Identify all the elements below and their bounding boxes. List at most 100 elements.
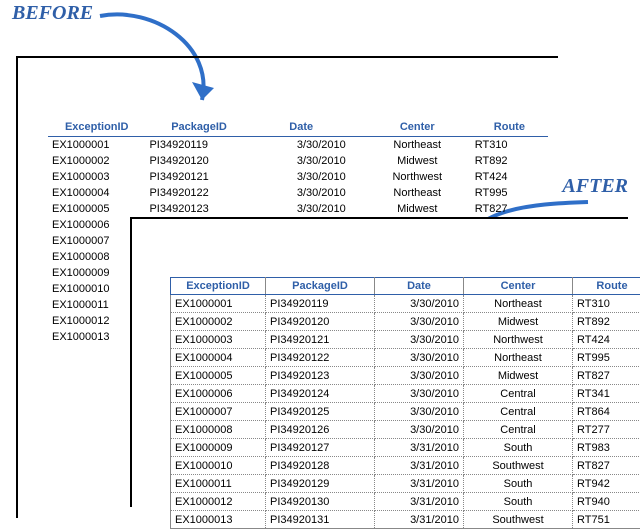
cell-ex: EX1000001 bbox=[48, 137, 145, 154]
cell-pkg: PI34920120 bbox=[145, 153, 252, 169]
cell-center: Northeast bbox=[464, 295, 573, 313]
cell-pkg: PI34920121 bbox=[266, 331, 375, 349]
cell-date: 3/31/2010 bbox=[375, 511, 464, 529]
cell-pkg: PI34920128 bbox=[266, 457, 375, 475]
cell-center: Midwest bbox=[364, 201, 471, 217]
cell-center: Midwest bbox=[464, 367, 573, 385]
cell-center: Central bbox=[464, 385, 573, 403]
cell-route: RT341 bbox=[573, 385, 640, 403]
cell-date: 3/30/2010 bbox=[253, 169, 364, 185]
cell-date: 3/31/2010 bbox=[375, 439, 464, 457]
cell-pkg: PI34920122 bbox=[145, 185, 252, 201]
after-table: ExceptionID PackageID Date Center Route … bbox=[170, 277, 640, 529]
cell-route: RT983 bbox=[573, 439, 640, 457]
cell-pkg: PI34920123 bbox=[145, 201, 252, 217]
col-center: Center bbox=[364, 118, 471, 137]
cell-date: 3/30/2010 bbox=[375, 331, 464, 349]
after-body: EX1000001PI349201193/30/2010NortheastRT3… bbox=[171, 295, 640, 529]
col-package: PackageID bbox=[145, 118, 252, 137]
table-row: EX1000013PI349201313/31/2010SouthwestRT7… bbox=[171, 511, 640, 529]
cell-route: RT277 bbox=[573, 421, 640, 439]
cell-center: Central bbox=[464, 421, 573, 439]
cell-center: Northeast bbox=[364, 185, 471, 201]
cell-date: 3/30/2010 bbox=[375, 313, 464, 331]
cell-ex: EX1000011 bbox=[171, 475, 266, 493]
cell-route: RT424 bbox=[573, 331, 640, 349]
cell-date: 3/30/2010 bbox=[375, 349, 464, 367]
cell-center: South bbox=[464, 439, 573, 457]
cell-pkg: PI34920126 bbox=[266, 421, 375, 439]
table-row: EX1000002PI349201203/30/2010MidwestRT892 bbox=[171, 313, 640, 331]
cell-date: 3/30/2010 bbox=[253, 153, 364, 169]
cell-ex: EX1000008 bbox=[171, 421, 266, 439]
table-row: EX1000005PI349201233/30/2010MidwestRT827 bbox=[171, 367, 640, 385]
cell-date: 3/30/2010 bbox=[375, 421, 464, 439]
table-row: EX1000006PI349201243/30/2010CentralRT341 bbox=[171, 385, 640, 403]
cell-center: South bbox=[464, 493, 573, 511]
cell-route: RT995 bbox=[573, 349, 640, 367]
label-before: BEFORE bbox=[12, 2, 93, 25]
table-row: EX1000012PI349201303/31/2010SouthRT940 bbox=[171, 493, 640, 511]
cell-date: 3/30/2010 bbox=[375, 367, 464, 385]
cell-pkg: PI34920119 bbox=[266, 295, 375, 313]
cell-center: Southwest bbox=[464, 511, 573, 529]
cell-pkg: PI34920127 bbox=[266, 439, 375, 457]
table-row: EX1000005PI349201233/30/2010MidwestRT827 bbox=[48, 201, 548, 217]
cell-pkg: PI34920130 bbox=[266, 493, 375, 511]
cell-date: 3/31/2010 bbox=[375, 457, 464, 475]
cell-ex: EX1000012 bbox=[171, 493, 266, 511]
table-row: EX1000008PI349201263/30/2010CentralRT277 bbox=[171, 421, 640, 439]
cell-route: RT942 bbox=[573, 475, 640, 493]
cell-pkg: PI34920123 bbox=[266, 367, 375, 385]
cell-date: 3/30/2010 bbox=[253, 201, 364, 217]
cell-route: RT827 bbox=[573, 367, 640, 385]
table-row: EX1000004PI349201223/30/2010NortheastRT9… bbox=[48, 185, 548, 201]
before-header-row: ExceptionID PackageID Date Center Route bbox=[48, 118, 548, 137]
cell-center: Midwest bbox=[464, 313, 573, 331]
table-row: EX1000011PI349201293/31/2010SouthRT942 bbox=[171, 475, 640, 493]
cell-ex: EX1000005 bbox=[171, 367, 266, 385]
cell-date: 3/30/2010 bbox=[253, 185, 364, 201]
cell-pkg: PI34920121 bbox=[145, 169, 252, 185]
cell-center: South bbox=[464, 475, 573, 493]
cell-route: RT310 bbox=[471, 137, 548, 154]
after-header-row: ExceptionID PackageID Date Center Route bbox=[171, 278, 640, 295]
col-center: Center bbox=[464, 278, 573, 295]
cell-ex: EX1000001 bbox=[171, 295, 266, 313]
cell-ex: EX1000004 bbox=[48, 185, 145, 201]
col-exception: ExceptionID bbox=[171, 278, 266, 295]
cell-ex: EX1000010 bbox=[171, 457, 266, 475]
col-exception: ExceptionID bbox=[48, 118, 145, 137]
cell-center: Northwest bbox=[364, 169, 471, 185]
cell-date: 3/30/2010 bbox=[375, 295, 464, 313]
cell-pkg: PI34920124 bbox=[266, 385, 375, 403]
table-row: EX1000001PI349201193/30/2010NortheastRT3… bbox=[171, 295, 640, 313]
cell-pkg: PI34920125 bbox=[266, 403, 375, 421]
col-date: Date bbox=[375, 278, 464, 295]
cell-ex: EX1000002 bbox=[171, 313, 266, 331]
cell-center: Southwest bbox=[464, 457, 573, 475]
cell-ex: EX1000004 bbox=[171, 349, 266, 367]
cell-center: Northwest bbox=[464, 331, 573, 349]
table-row: EX1000004PI349201223/30/2010NortheastRT9… bbox=[171, 349, 640, 367]
cell-date: 3/30/2010 bbox=[375, 403, 464, 421]
table-row: EX1000001PI349201193/30/2010NortheastRT3… bbox=[48, 137, 548, 154]
cell-route: RT864 bbox=[573, 403, 640, 421]
cell-date: 3/30/2010 bbox=[253, 137, 364, 154]
cell-route: RT827 bbox=[471, 201, 548, 217]
cell-center: Central bbox=[464, 403, 573, 421]
cell-ex: EX1000003 bbox=[171, 331, 266, 349]
cell-ex: EX1000013 bbox=[171, 511, 266, 529]
table-row: EX1000009PI349201273/31/2010SouthRT983 bbox=[171, 439, 640, 457]
table-row: EX1000010PI349201283/31/2010SouthwestRT8… bbox=[171, 457, 640, 475]
cell-ex: EX1000003 bbox=[48, 169, 145, 185]
after-frame: ExceptionID PackageID Date Center Route … bbox=[130, 217, 628, 507]
col-package: PackageID bbox=[266, 278, 375, 295]
col-route: Route bbox=[471, 118, 548, 137]
cell-route: RT424 bbox=[471, 169, 548, 185]
cell-route: RT892 bbox=[573, 313, 640, 331]
cell-pkg: PI34920131 bbox=[266, 511, 375, 529]
cell-route: RT751 bbox=[573, 511, 640, 529]
cell-ex: EX1000006 bbox=[171, 385, 266, 403]
cell-route: RT995 bbox=[471, 185, 548, 201]
